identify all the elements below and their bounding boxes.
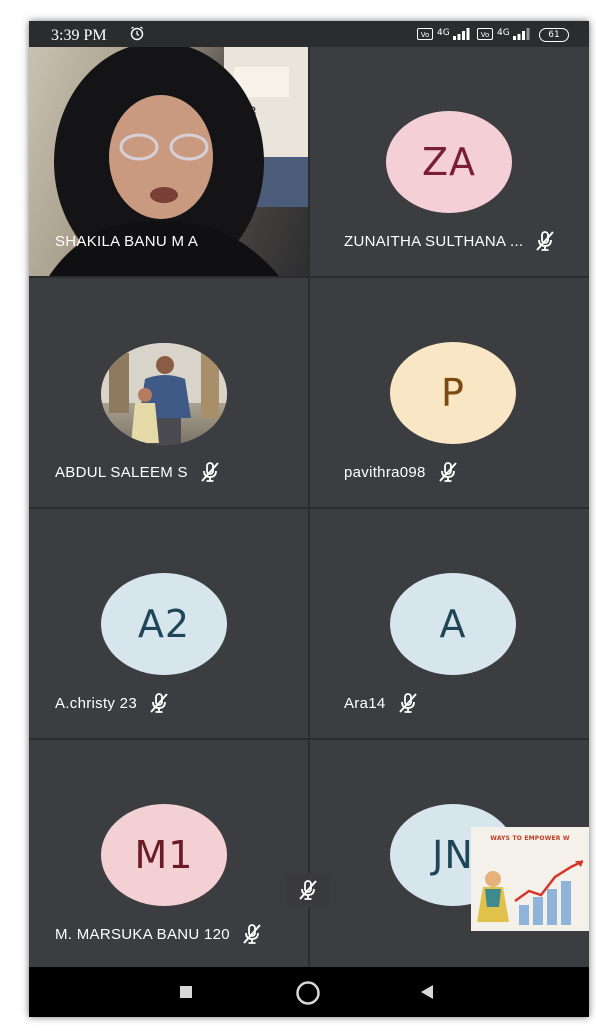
participant-tile[interactable]: A2 A.christy 23 [29,509,308,738]
participant-name-row: SHAKILA BANU M A [55,230,198,252]
battery-icon: 61 [539,28,569,42]
participant-name-row: M. MARSUKA BANU 120 [55,923,264,945]
mic-off-icon [396,692,420,714]
mic-off-icon [533,230,557,252]
participant-avatar: A2 [101,573,227,675]
avatar-initials: A [439,602,467,646]
participant-name-row: ZUNAITHA SULTHANA ... [344,230,557,252]
back-triangle-icon [421,985,433,999]
phone-screen: 3:39 PM Vo 4G Vo 4G 61 73 [29,21,589,1017]
participant-name: ZUNAITHA SULTHANA ... [344,232,524,250]
participant-name: A.christy 23 [55,694,137,712]
svg-text:Vo: Vo [481,31,490,39]
participant-name: pavithra098 [344,463,426,481]
mic-off-icon [147,692,171,714]
participant-tile[interactable]: A Ara14 [310,509,589,738]
status-time: 3:39 PM [51,27,107,44]
home-circle-icon [296,981,320,1005]
mic-off-icon [436,461,460,483]
mic-off-icon [198,461,222,483]
volte-icon: Vo [417,28,433,43]
participant-name-row: Ara14 [344,692,420,714]
participant-tile[interactable]: ZA ZUNAITHA SULTHANA ... [310,47,589,276]
square-icon [180,986,192,998]
participant-name: ABDUL SALEEM S [55,463,188,481]
avatar-initials: M1 [134,833,194,877]
signal-bars-icon [453,28,471,43]
participant-name: SHAKILA BANU M A [55,232,199,250]
network-label-2: 4G [497,28,510,38]
recents-button[interactable] [179,985,193,1004]
participant-tile[interactable]: P pavithra098 [310,278,589,507]
participant-tile[interactable]: M1 M. MARSUKA BANU 120 [29,740,308,967]
home-button[interactable] [295,980,321,1011]
participant-avatar: ZA [386,111,512,213]
participant-name: M. MARSUKA BANU 120 [55,925,230,943]
alarm-icon [129,25,145,45]
mic-off-icon [240,923,264,945]
back-button[interactable] [419,984,435,1005]
participant-name-row: A.christy 23 [55,692,171,714]
participant-avatar: A [390,573,516,675]
participant-name: Ara14 [344,694,386,712]
participant-avatar: P [390,342,516,444]
participant-photo [101,343,227,445]
avatar-initials: JN [432,833,474,877]
participant-tile[interactable]: ABDUL SALEEM S [29,278,308,507]
participant-tile-video[interactable]: 73 SHAKILA BANU M A [29,47,308,276]
participant-name-row: ABDUL SALEEM S [55,461,222,483]
network-label-1: 4G [437,28,450,38]
navigation-bar [29,967,589,1017]
participant-name-row: pavithra098 [344,461,460,483]
presentation-thumbnail[interactable]: WAYS TO EMPOWER W [471,827,589,931]
participant-avatar: M1 [101,804,227,906]
presentation-title: WAYS TO EMPOWER W [490,835,570,842]
signal-bars-icon-2 [513,28,531,43]
avatar-initials: P [441,371,465,415]
svg-text:Vo: Vo [421,31,430,39]
status-bar: 3:39 PM Vo 4G Vo 4G 61 [29,21,589,47]
volte-icon-2: Vo [477,28,493,43]
mic-off-icon [296,879,320,901]
self-mic-toggle[interactable] [287,873,329,907]
avatar-initials: ZA [421,140,477,184]
avatar-initials: A2 [137,602,191,646]
